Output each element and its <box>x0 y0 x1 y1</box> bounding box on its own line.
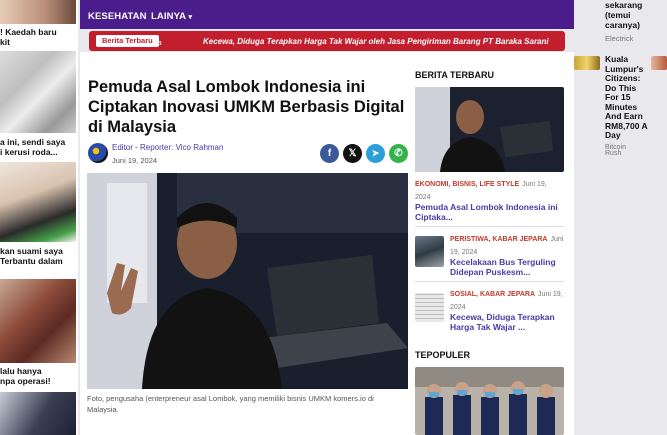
ticker-badge: Berita Terbaru <box>96 35 159 47</box>
left-ad-image-3[interactable] <box>0 162 76 242</box>
ticker-headline[interactable]: Kecewa, Diduga Terapkan Harga Tak Wajar … <box>203 37 549 46</box>
right-ad-source-2: Bitcoin Rush <box>605 144 627 157</box>
article-title: Pemuda Asal Lombok Indonesia ini Ciptaka… <box>88 78 405 136</box>
nav-lainya-label: LAINYA <box>151 11 186 22</box>
section-berita-terbaru: BERITA TERBARU <box>415 70 494 80</box>
ticker-fragment: ra <box>155 38 162 47</box>
left-ad-image-1[interactable] <box>0 0 76 24</box>
left-ad-text-1[interactable]: ! Kaedah baru kit <box>0 27 78 47</box>
item2-category-label[interactable]: SOSIAL, KABAR JEPARA <box>450 291 535 298</box>
facebook-share-icon[interactable]: f <box>320 144 339 163</box>
left-ad-text-4[interactable]: lalu hanya npa operasi! <box>0 366 78 386</box>
right-ad-source-1: Electrick <box>605 34 634 43</box>
whatsapp-share-icon[interactable]: ✆ <box>389 144 408 163</box>
top-navigation-bar: KESEHATAN LAINYA ▾ <box>80 0 574 29</box>
right-ad-top-text[interactable]: sekarang (temui caranya) <box>605 0 665 30</box>
sidebar-divider <box>415 226 564 227</box>
article-author[interactable]: Editor - Reporter: Vico Rahman <box>112 143 223 152</box>
breaking-news-ticker: Berita Terbaru ra Kecewa, Diduga Terapka… <box>89 31 565 51</box>
item1-categories: PERISTIWA, KABAR JEPARA Juni 19, 2024 <box>450 233 566 259</box>
popular-thumbnail[interactable] <box>415 367 564 435</box>
left-ad-text-3[interactable]: kan suami saya Terbantu dalam <box>0 246 78 266</box>
sidebar-divider-2 <box>415 281 564 282</box>
article-photo <box>87 173 408 389</box>
nav-lainya[interactable]: LAINYA ▾ <box>151 11 192 22</box>
featured-category-label[interactable]: EKONOMI, BISNIS, LIFE STYLE <box>415 181 519 188</box>
item1-category-label[interactable]: PERISTIWA, KABAR JEPARA <box>450 236 548 243</box>
left-ad-strip: ! Kaedah baru kit a ini, sendi saya i ke… <box>0 0 78 435</box>
right-ad-image[interactable] <box>574 56 600 70</box>
left-ad-image-4[interactable] <box>0 279 76 363</box>
right-ad-image-edge[interactable] <box>651 56 667 70</box>
chevron-down-icon: ▾ <box>188 14 193 21</box>
item1-article-link[interactable]: Kecelakaan Bus Terguling Didepan Puskesm… <box>450 257 566 277</box>
left-ad-image-2[interactable] <box>0 51 76 133</box>
featured-categories: EKONOMI, BISNIS, LIFE STYLE Juni 19, 2024 <box>415 178 564 204</box>
article-date: Juni 19, 2024 <box>112 156 158 165</box>
item2-thumbnail[interactable] <box>415 293 444 322</box>
item2-article-link[interactable]: Kecewa, Diduga Terapkan Harga Tak Wajar … <box>450 312 566 332</box>
item2-categories: SOSIAL, KABAR JEPARA Juni 19, 2024 <box>450 288 566 314</box>
featured-thumbnail[interactable] <box>415 87 564 172</box>
x-share-icon[interactable]: 𝕏 <box>343 144 362 163</box>
featured-article-link[interactable]: Pemuda Asal Lombok Indonesia ini Ciptaka… <box>415 202 564 222</box>
author-avatar[interactable] <box>88 143 108 163</box>
right-ad-title[interactable]: Kuala Lumpur's Citizens: Do This For 15 … <box>605 54 651 141</box>
left-ad-image-5[interactable] <box>0 392 76 435</box>
telegram-share-icon[interactable]: ➤ <box>366 144 385 163</box>
left-ad-text-2[interactable]: a ini, sendi saya i kerusi roda... <box>0 137 78 157</box>
section-terpopuler: TEPOPULER <box>415 350 471 360</box>
item1-thumbnail[interactable] <box>415 236 444 267</box>
nav-kesehatan[interactable]: KESEHATAN <box>88 11 147 22</box>
photo-caption: Foto, pengusaha (enterpreneur asal Lombo… <box>87 394 374 414</box>
